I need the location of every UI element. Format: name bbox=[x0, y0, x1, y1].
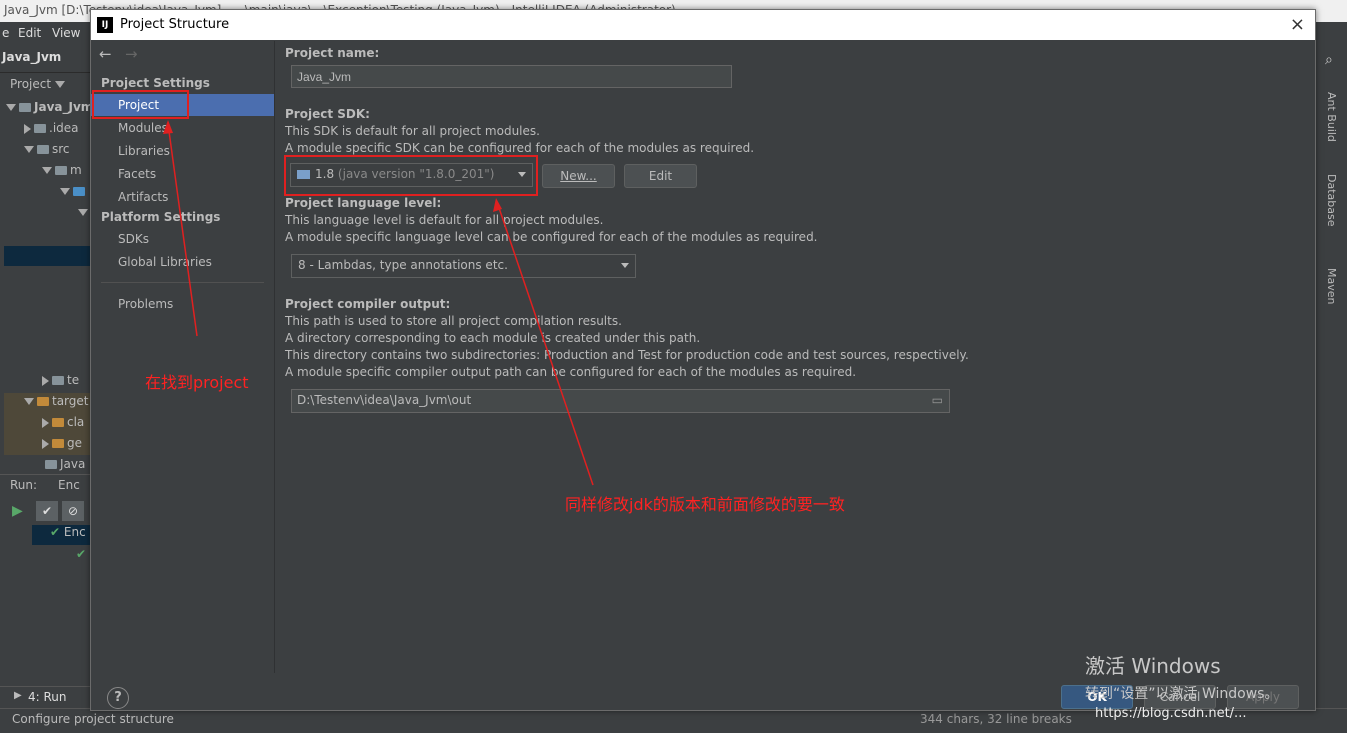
arrow-head-sdk bbox=[493, 198, 502, 212]
arrow-head-project bbox=[163, 120, 173, 134]
blog-url: https://blog.csdn.net/... bbox=[1095, 706, 1247, 721]
watermark-line1: 激活 Windows bbox=[1085, 654, 1221, 678]
windows-activation-watermark: 激活 Windows 转到“设置”以激活 Windows。 bbox=[1085, 650, 1278, 703]
watermark-line2: 转到“设置”以激活 Windows。 bbox=[1085, 686, 1279, 702]
annotation-arrows bbox=[163, 120, 594, 486]
arrow-to-sdk bbox=[496, 201, 594, 486]
annotation-modify-jdk: 同样修改jdk的版本和前面修改的要一致 bbox=[565, 495, 845, 514]
annotation-find-project: 在找到project bbox=[145, 373, 249, 392]
arrow-to-project bbox=[167, 123, 198, 337]
